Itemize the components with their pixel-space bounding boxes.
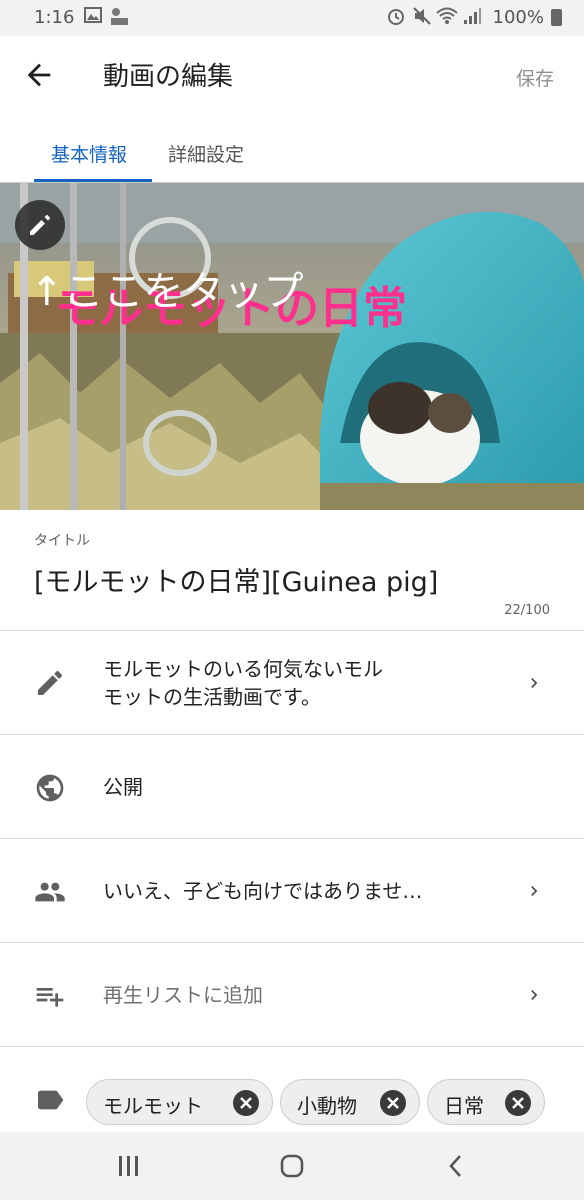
tab-basic-info[interactable]: 基本情報 xyxy=(51,140,127,167)
people-icon xyxy=(35,882,65,902)
thumbnail-image: モルモットの日常 ↑ここをタップ xyxy=(0,183,584,510)
chevron-right-icon xyxy=(531,678,538,688)
audience-label: いいえ、子ども向けではありませ… xyxy=(103,879,423,903)
playlist-row[interactable]: 再生リストに追加 xyxy=(0,942,584,1047)
mute-icon xyxy=(413,7,431,25)
system-nav-bar xyxy=(0,1132,584,1200)
tag-chip: モルモット xyxy=(86,1079,273,1125)
playlist-add-icon xyxy=(36,988,64,1007)
tag-chip: 日常 xyxy=(427,1079,545,1125)
signal-icon xyxy=(464,8,481,24)
edit-thumbnail-button[interactable] xyxy=(15,200,65,250)
audience-row[interactable]: いいえ、子ども向けではありませ… xyxy=(0,838,584,943)
save-button[interactable]: 保存 xyxy=(516,64,554,91)
battery-level: 100% xyxy=(492,7,544,28)
tab-advanced-settings[interactable]: 詳細設定 xyxy=(168,140,244,167)
tab-bar: 基本情報 詳細設定 xyxy=(0,114,584,183)
playlist-label: 再生リストに追加 xyxy=(103,983,263,1007)
recent-apps-icon[interactable] xyxy=(116,1154,142,1178)
visibility-row[interactable]: 公開 xyxy=(0,734,584,839)
description-line-2: モットの生活動画です。 xyxy=(103,685,321,709)
image-icon xyxy=(84,7,102,23)
tag-icon xyxy=(38,1090,64,1110)
remove-tag-icon[interactable] xyxy=(380,1090,406,1116)
remove-tag-icon[interactable] xyxy=(233,1090,259,1116)
back-arrow-icon[interactable] xyxy=(22,58,56,92)
wifi-icon xyxy=(436,7,458,24)
tag-label: 小動物 xyxy=(297,1094,357,1118)
weather-icon xyxy=(111,8,128,25)
description-text: モルモットのいる何気ないモル モットの生活動画です。 xyxy=(103,655,383,711)
pencil-icon xyxy=(30,215,50,235)
tag-label: モルモット xyxy=(103,1094,203,1118)
alarm-icon xyxy=(388,9,404,25)
status-bar: 1:16 100% xyxy=(0,0,584,36)
tag-label: 日常 xyxy=(444,1094,484,1118)
video-thumbnail[interactable]: モルモットの日常 ↑ここをタップ xyxy=(0,183,584,510)
chevron-right-icon xyxy=(531,886,538,896)
remove-tag-icon[interactable] xyxy=(505,1090,531,1116)
status-time: 1:16 xyxy=(34,7,75,28)
back-nav-icon[interactable] xyxy=(444,1153,468,1179)
visibility-label: 公開 xyxy=(103,775,143,799)
pencil-icon xyxy=(38,670,63,695)
battery-icon xyxy=(551,9,562,26)
globe-icon xyxy=(36,774,64,802)
page-title: 動画の編集 xyxy=(103,62,234,92)
description-row[interactable]: モルモットのいる何気ないモル モットの生活動画です。 xyxy=(0,630,584,735)
tag-chip: 小動物 xyxy=(280,1079,420,1125)
description-line-1: モルモットのいる何気ないモル xyxy=(103,657,383,681)
title-input[interactable]: [モルモットの日常][Guinea pig] xyxy=(34,560,438,599)
chevron-right-icon xyxy=(531,990,538,1000)
app-bar: 動画の編集 保存 xyxy=(0,36,584,115)
active-tab-indicator xyxy=(34,179,152,182)
title-field-label: タイトル xyxy=(34,533,90,549)
overlay-caption-white: ↑ここをタップ xyxy=(30,269,304,315)
title-char-counter: 22/100 xyxy=(504,603,550,618)
home-icon[interactable] xyxy=(279,1153,305,1179)
